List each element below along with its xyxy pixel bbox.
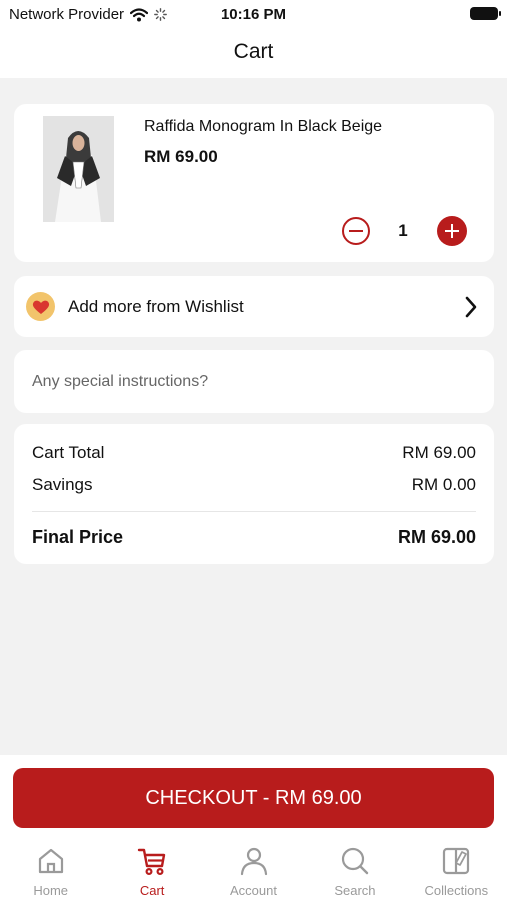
tab-collections[interactable]: Collections	[406, 843, 507, 900]
tab-search[interactable]: Search	[304, 843, 405, 900]
plus-circle-icon[interactable]	[437, 216, 467, 246]
heart-glyph	[32, 300, 49, 314]
status-time: 10:16 PM	[220, 6, 287, 23]
price-summary-card: Cart Total RM 69.00 Savings RM 0.00 Fina…	[14, 424, 494, 564]
page-title: Cart	[233, 40, 274, 63]
chevron-right-icon	[465, 296, 477, 318]
quantity-value: 1	[398, 221, 408, 240]
tab-cart[interactable]: Cart	[101, 843, 202, 900]
heart-icon	[26, 292, 55, 321]
minus-circle-icon[interactable]	[342, 217, 370, 245]
summary-divider	[32, 511, 476, 512]
search-icon	[341, 847, 369, 875]
minus-glyph	[349, 230, 363, 232]
final-price-value: RM 69.00	[397, 527, 476, 547]
checkout-button[interactable]: CHECKOUT - RM 69.00	[13, 768, 494, 828]
savings-label: Savings	[32, 475, 93, 494]
tab-account-label: Account	[230, 883, 277, 898]
home-icon	[38, 848, 63, 874]
savings-row: Savings RM 0.00	[32, 475, 476, 495]
wishlist-label: Add more from Wishlist	[68, 297, 244, 316]
add-from-wishlist-row[interactable]: Add more from Wishlist	[14, 276, 494, 337]
product-price: RM 69.00	[144, 147, 218, 166]
bottom-area: CHECKOUT - RM 69.00 Home Cart Account Se…	[0, 755, 507, 900]
final-price-label: Final Price	[32, 527, 124, 547]
tab-cart-label: Cart	[139, 883, 165, 898]
collections-icon	[443, 847, 470, 875]
special-instructions-card	[14, 350, 494, 413]
tab-home[interactable]: Home	[0, 843, 101, 900]
cart-icon	[137, 848, 166, 876]
cart-total-label: Cart Total	[32, 443, 105, 462]
tab-bar: Home Cart Account Search Collections	[0, 843, 507, 900]
product-name[interactable]: Raffida Monogram In Black Beige	[144, 118, 382, 136]
final-price-row: Final Price RM 69.00	[32, 527, 476, 548]
account-icon	[240, 847, 267, 876]
product-image[interactable]	[43, 116, 114, 222]
cart-total-row: Cart Total RM 69.00	[32, 443, 476, 463]
battery-icon	[470, 7, 501, 20]
cart-item-card: Raffida Monogram In Black Beige RM 69.00…	[14, 104, 494, 262]
page-header: Cart	[0, 28, 507, 78]
tab-home-label: Home	[33, 883, 69, 898]
tab-collections-label: Collections	[424, 883, 489, 898]
cart-total-value: RM 69.00	[402, 443, 476, 462]
status-bar: Network Provider 10:16 PM	[0, 0, 507, 28]
tab-search-label: Search	[334, 883, 376, 898]
product-photo-illustration	[43, 116, 114, 222]
tab-account[interactable]: Account	[203, 843, 304, 900]
special-instructions-input[interactable]	[14, 350, 494, 413]
savings-value: RM 0.00	[411, 475, 476, 494]
